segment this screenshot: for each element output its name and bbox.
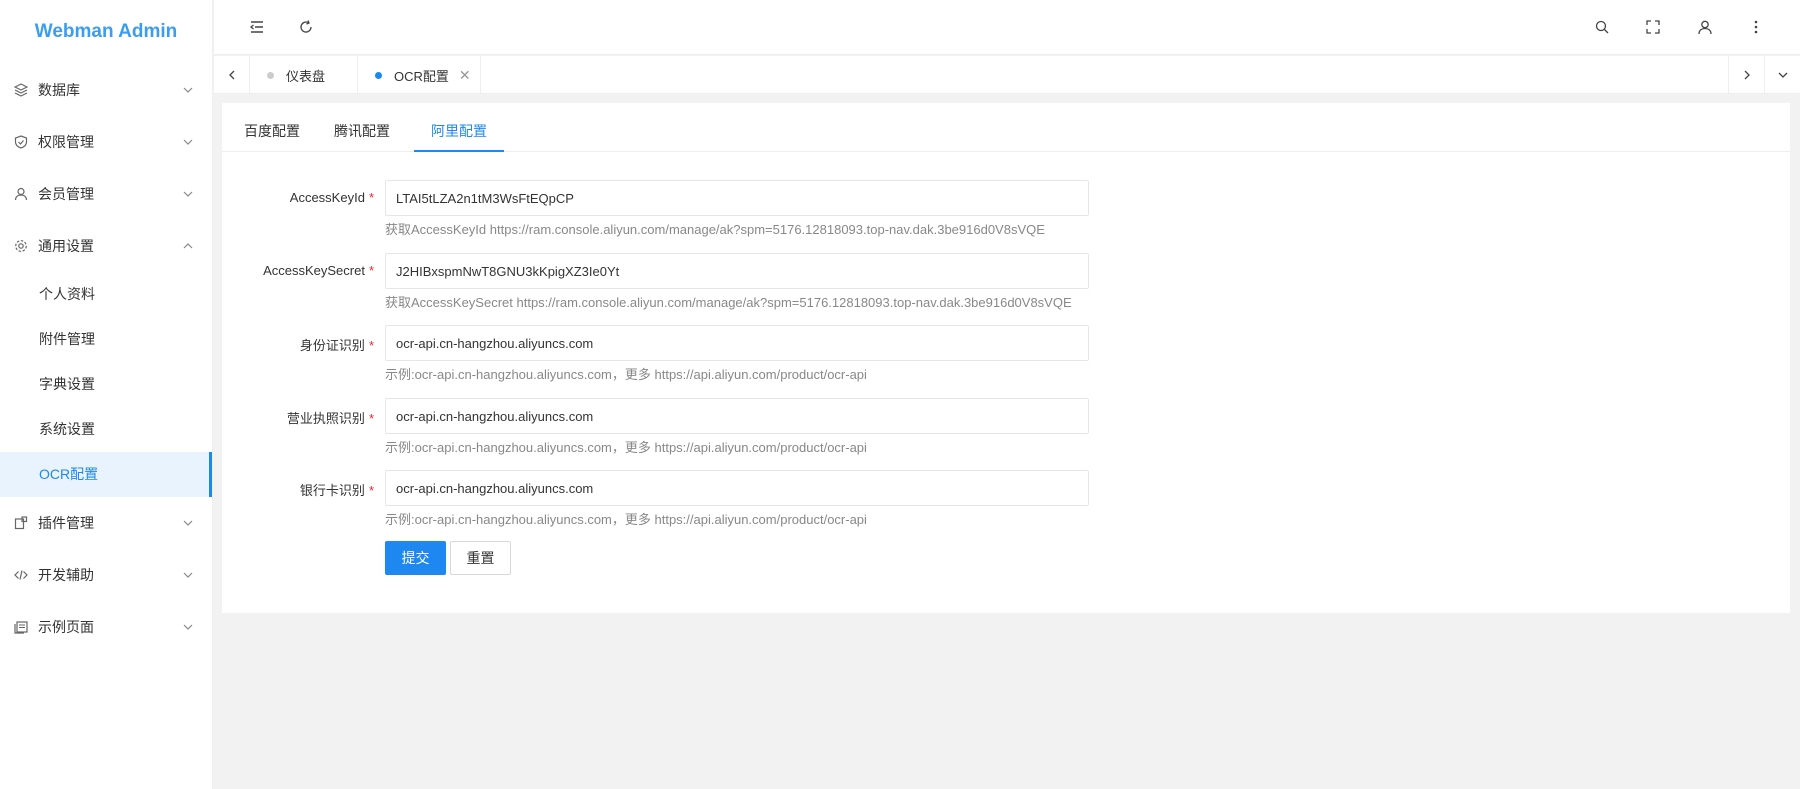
sidebar: Webman Admin 数据库 权限管理 会员管理 通用设置 个人资料 附件管… bbox=[0, 0, 213, 789]
field-label-accesskeysecret: AccessKeySecret * bbox=[263, 263, 374, 278]
sidebar-item-dev-tools[interactable]: 开发辅助 bbox=[0, 549, 212, 601]
tab-aliyun-config[interactable]: 阿里配置 bbox=[414, 103, 504, 152]
tabs-menu-button[interactable] bbox=[1764, 56, 1800, 94]
tab-label: OCR配置 bbox=[394, 68, 449, 84]
sidebar-subitem-dictionary[interactable]: 字典设置 bbox=[0, 362, 212, 407]
field-label-bankcard: 银行卡识别 * bbox=[299, 483, 374, 498]
accesskeysecret-help: 获取AccessKeySecret https://ram.console.al… bbox=[385, 295, 1072, 310]
sidebar-item-permissions[interactable]: 权限管理 bbox=[0, 116, 212, 168]
chevron-up-icon bbox=[183, 243, 193, 249]
search-icon[interactable] bbox=[1591, 16, 1613, 38]
sidebar-item-label: 开发辅助 bbox=[38, 567, 94, 583]
sidebar-item-plugins[interactable]: 插件管理 bbox=[0, 497, 212, 549]
page-icon bbox=[14, 620, 28, 634]
accesskeyid-help: 获取AccessKeyId https://ram.console.aliyun… bbox=[385, 222, 1045, 237]
code-icon bbox=[14, 568, 28, 582]
bankcard-help: 示例:ocr-api.cn-hangzhou.aliyuncs.com，更多 h… bbox=[385, 512, 867, 527]
sidebar-item-label: 示例页面 bbox=[38, 619, 94, 635]
gear-icon bbox=[14, 239, 28, 253]
tab-baidu-config[interactable]: 百度配置 bbox=[234, 103, 310, 152]
menu-fold-icon[interactable] bbox=[246, 16, 268, 38]
close-icon[interactable]: ✕ bbox=[459, 67, 471, 84]
tabs-next-button[interactable] bbox=[1728, 56, 1764, 94]
shield-icon bbox=[14, 135, 28, 149]
database-icon bbox=[14, 83, 28, 97]
refresh-icon[interactable] bbox=[295, 16, 317, 38]
sidebar-item-examples[interactable]: 示例页面 bbox=[0, 601, 212, 653]
sidebar-item-label: 通用设置 bbox=[38, 238, 94, 254]
config-tabs: 百度配置 腾讯配置 阿里配置 bbox=[222, 103, 1790, 152]
chevron-down-icon bbox=[183, 87, 193, 93]
plugin-icon bbox=[14, 516, 28, 530]
chevron-down-icon bbox=[1778, 72, 1787, 78]
content-card: 百度配置 腾讯配置 阿里配置 AccessKeyId* 获取AccessKeyI… bbox=[222, 103, 1790, 613]
submit-button[interactable]: 提交 bbox=[385, 541, 446, 575]
chevron-down-icon bbox=[183, 624, 193, 630]
sidebar-item-label: 数据库 bbox=[38, 82, 80, 98]
more-icon[interactable] bbox=[1745, 16, 1767, 38]
tab-status-dot bbox=[375, 71, 382, 79]
tabs-prev-button[interactable] bbox=[214, 56, 250, 94]
app-logo[interactable]: Webman Admin bbox=[0, 0, 212, 64]
tab-label: 仪表盘 bbox=[286, 68, 326, 84]
sidebar-item-label: 会员管理 bbox=[38, 186, 94, 202]
field-label-business-license: 营业执照识别 * bbox=[286, 411, 374, 426]
tab-tencent-config[interactable]: 腾讯配置 bbox=[324, 103, 400, 152]
chevron-left-icon bbox=[228, 70, 234, 80]
sidebar-item-label: 权限管理 bbox=[38, 134, 94, 150]
chevron-right-icon bbox=[1744, 70, 1750, 80]
field-label-idcard: 身份证识别 * bbox=[299, 338, 374, 353]
business-license-help: 示例:ocr-api.cn-hangzhou.aliyuncs.com，更多 h… bbox=[385, 440, 867, 455]
sidebar-subitem-profile[interactable]: 个人资料 bbox=[0, 272, 212, 317]
chevron-down-icon bbox=[183, 520, 193, 526]
idcard-help: 示例:ocr-api.cn-hangzhou.aliyuncs.com，更多 h… bbox=[385, 367, 867, 382]
accesskeyid-input[interactable] bbox=[385, 180, 1089, 216]
idcard-endpoint-input[interactable] bbox=[385, 325, 1089, 361]
sidebar-item-label: 插件管理 bbox=[38, 515, 94, 531]
chevron-down-icon bbox=[183, 572, 193, 578]
tab-ocr-config[interactable]: OCR配置 ✕ bbox=[359, 56, 481, 94]
user-icon[interactable] bbox=[1694, 16, 1716, 38]
top-header bbox=[214, 0, 1800, 55]
sidebar-item-database[interactable]: 数据库 bbox=[0, 64, 212, 116]
tab-dashboard[interactable]: 仪表盘 bbox=[251, 56, 358, 94]
page-tabs-bar: 仪表盘 OCR配置 ✕ bbox=[214, 56, 1800, 94]
tab-status-dot bbox=[267, 71, 274, 79]
bankcard-endpoint-input[interactable] bbox=[385, 470, 1089, 506]
chevron-down-icon bbox=[183, 139, 193, 145]
fullscreen-icon[interactable] bbox=[1642, 16, 1664, 38]
accesskeysecret-input[interactable] bbox=[385, 253, 1089, 289]
user-icon bbox=[14, 187, 28, 201]
field-label-accesskeyid: AccessKeyId * bbox=[289, 190, 374, 205]
business-license-endpoint-input[interactable] bbox=[385, 398, 1089, 434]
reset-button[interactable]: 重置 bbox=[450, 541, 511, 575]
